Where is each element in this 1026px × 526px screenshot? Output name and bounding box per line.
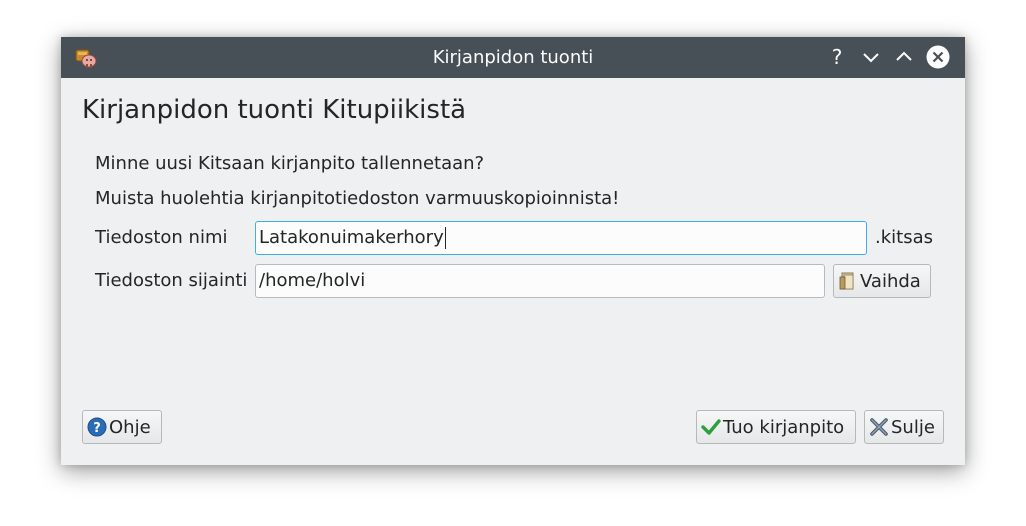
file-name-value: Latakonuimakerhory — [259, 227, 444, 248]
x-icon — [870, 418, 888, 436]
import-button[interactable]: Tuo kirjanpito — [696, 410, 856, 444]
minimize-icon[interactable] — [859, 45, 883, 69]
file-location-input[interactable]: /home/holvi — [255, 264, 825, 298]
file-location-label: Tiedoston sijainti — [95, 270, 248, 291]
svg-text:?: ? — [93, 421, 101, 436]
help-button[interactable]: ? Ohje — [82, 410, 162, 444]
change-location-button[interactable]: Vaihda — [833, 264, 931, 298]
page-title: Kirjanpidon tuonti Kitupiikistä — [82, 95, 467, 125]
help-button-label: Ohje — [109, 416, 151, 438]
reminder-text: Muista huolehtia kirjanpitotiedoston var… — [95, 188, 620, 209]
file-extension-label: .kitsas — [875, 227, 933, 248]
change-location-label: Vaihda — [860, 270, 921, 292]
file-location-value: /home/holvi — [259, 270, 366, 291]
question-text: Minne uusi Kitsaan kirjanpito tallenneta… — [95, 153, 485, 174]
text-caret — [444, 227, 446, 249]
help-circle-icon: ? — [87, 417, 107, 437]
folder-icon — [839, 272, 854, 290]
help-icon[interactable]: ? — [825, 45, 849, 69]
file-name-label: Tiedoston nimi — [95, 227, 228, 248]
maximize-icon[interactable] — [892, 45, 916, 69]
close-icon[interactable] — [926, 45, 950, 69]
file-name-input[interactable]: Latakonuimakerhory — [255, 221, 867, 255]
title-bar[interactable]: Kirjanpidon tuonti ? — [61, 37, 965, 78]
close-button-label: Sulje — [891, 416, 935, 438]
svg-text:?: ? — [832, 45, 843, 69]
import-dialog-window: Kirjanpidon tuonti ? Kirjanpidon tuonti … — [61, 37, 965, 465]
checkmark-icon — [701, 419, 721, 435]
close-button[interactable]: Sulje — [864, 410, 944, 444]
import-button-label: Tuo kirjanpito — [723, 416, 845, 438]
